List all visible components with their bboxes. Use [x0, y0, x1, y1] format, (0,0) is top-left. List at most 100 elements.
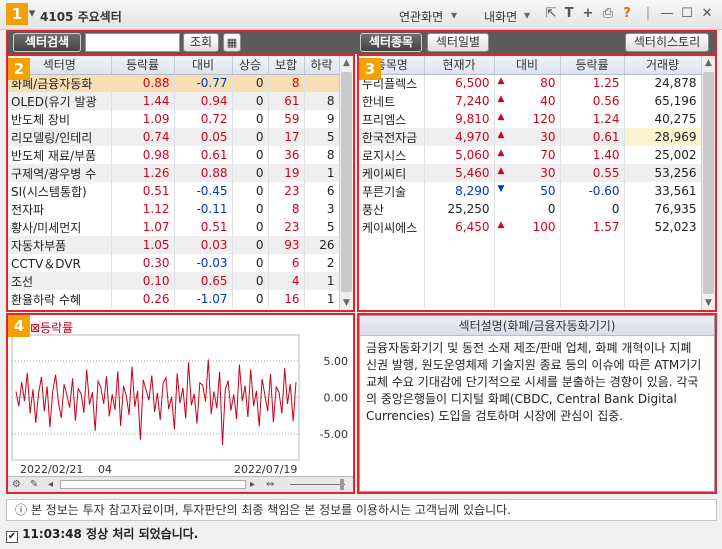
sector-flat-count: 8 — [268, 200, 305, 218]
stock-scrollbar[interactable]: ▲ ▼ — [701, 56, 715, 310]
print-icon[interactable]: ⎙ — [600, 6, 616, 22]
link-icon[interactable]: ⇱ — [543, 6, 559, 22]
stock-row[interactable]: 누리플렉스 6,500 ▲ 80 1.25 24,878 — [359, 74, 702, 92]
sector-rate: 1.05 — [111, 236, 175, 254]
sector-rate: 0.51 — [111, 182, 175, 200]
status-check-icon[interactable]: ✔ — [6, 531, 18, 543]
sector-down-count: 5 — [304, 128, 340, 146]
related-screens-menu[interactable]: 연관화면 — [399, 8, 443, 25]
sector-row[interactable]: 구제역/광우병 수 1.26 0.88 0 19 1 — [8, 164, 340, 182]
sector-row[interactable]: OLED(유기 발광 1.44 0.94 0 61 8 — [8, 92, 340, 110]
empty-cell — [494, 290, 561, 308]
text-icon[interactable]: T — [561, 6, 577, 22]
stock-volume: 53,256 — [624, 164, 702, 182]
sector-up-count: 0 — [232, 254, 269, 272]
sector-row[interactable]: CCTV＆DVR 0.30 -0.03 0 6 2 — [8, 254, 340, 272]
sector-row[interactable]: 전자파 1.12 -0.11 0 8 3 — [8, 200, 340, 218]
sector-diff: -0.03 — [174, 254, 233, 272]
status-bar: ✔ 11:03:48 정상 처리 되었습니다. — [6, 524, 717, 544]
col-up[interactable]: 상승 — [232, 56, 269, 75]
maximize-icon[interactable]: ☐ — [679, 6, 695, 22]
sector-diff: 0.05 — [174, 128, 233, 146]
my-screens-arrow-icon[interactable]: ▾ — [524, 8, 530, 22]
query-button[interactable]: 조회 — [183, 33, 219, 52]
scroll-thumb[interactable] — [341, 72, 352, 292]
stock-list-panel: 3 종목명 현재가 대비 등락률 거래량 누리플렉스 6,500 ▲ 80 1.25 24… — [357, 54, 717, 312]
col-stock-diff[interactable]: 대비 — [494, 56, 561, 75]
sector-stocks-button[interactable]: 섹터종목 — [360, 33, 422, 52]
stock-row[interactable]: 한국전자금 4,970 ▲ 30 0.61 28,969 — [359, 128, 702, 146]
region-badge-4: 4 — [8, 315, 30, 337]
sector-rate: 0.26 — [111, 290, 175, 308]
sector-diff: 0.61 — [174, 146, 233, 164]
sector-row[interactable]: 리모델링/인테리 0.74 0.05 0 17 5 — [8, 128, 340, 146]
sector-down-count: 1 — [304, 290, 340, 308]
stock-row[interactable]: 푸른기술 8,290 ▼ 50 -0.60 33,561 — [359, 182, 702, 200]
sector-history-button[interactable]: 섹터히스토리 — [625, 33, 709, 52]
chart-scroll-left-icon[interactable]: ◂ — [48, 477, 53, 492]
region-badge-3: 3 — [359, 58, 381, 80]
stock-name: 한네트 — [359, 92, 425, 110]
empty-row — [359, 290, 702, 308]
stock-diff-value: 100 — [532, 220, 556, 234]
col-down[interactable]: 하락 — [304, 56, 340, 75]
up-arrow-icon: ▲ — [497, 112, 505, 122]
sector-scrollbar[interactable]: ▲ ▼ — [339, 56, 353, 310]
col-rate[interactable]: 등락률 — [111, 56, 175, 75]
stock-row[interactable]: 한네트 7,240 ▲ 40 0.56 65,196 — [359, 92, 702, 110]
disclaimer: ⓘ 본 정보는 투자 참고자료이며, 투자판단의 최종 책임은 본 정보를 이용… — [6, 499, 717, 521]
col-volume[interactable]: 거래량 — [624, 56, 702, 75]
stock-rate: -0.60 — [560, 182, 625, 200]
stock-row[interactable]: 케이씨에스 6,450 ▲ 100 1.57 52,023 — [359, 218, 702, 236]
stock-row[interactable]: 케이씨티 5,460 ▲ 30 0.55 53,256 — [359, 164, 702, 182]
sector-search-button[interactable]: 섹터검색 — [13, 33, 81, 52]
empty-cell — [424, 254, 495, 272]
col-diff[interactable]: 대비 — [174, 56, 233, 75]
my-screens-menu[interactable]: 내화면 — [484, 8, 517, 25]
sector-daily-button[interactable]: 섹터일별 — [427, 33, 489, 52]
chart-icon[interactable]: ▦ — [223, 33, 241, 52]
empty-cell — [624, 290, 702, 308]
sector-search-input[interactable] — [85, 33, 180, 52]
sector-name: 구제역/광우병 수 — [8, 164, 112, 182]
stock-scroll-thumb[interactable] — [703, 72, 714, 294]
sector-row[interactable]: 반도체 장비 1.09 0.72 0 59 9 — [8, 110, 340, 128]
empty-cell — [359, 290, 425, 308]
scroll-down-icon[interactable]: ▼ — [340, 296, 353, 310]
related-screens-arrow-icon[interactable]: ▾ — [451, 8, 457, 22]
stock-price: 5,460 — [424, 164, 495, 182]
stock-price: 9,810 — [424, 110, 495, 128]
stock-row[interactable]: 풍산 25,250 0 0 76,935 — [359, 200, 702, 218]
minimize-icon[interactable]: — — [659, 6, 675, 22]
col-price[interactable]: 현재가 — [424, 56, 495, 75]
chart-zoom-slider[interactable] — [290, 484, 345, 485]
stock-volume: 40,275 — [624, 110, 702, 128]
sector-up-count: 0 — [232, 110, 269, 128]
stock-row[interactable]: 프리엠스 9,810 ▲ 120 1.24 40,275 — [359, 110, 702, 128]
scroll-up-icon[interactable]: ▲ — [340, 56, 353, 70]
sector-row[interactable]: SI(시스템통합) 0.51 -0.45 0 23 6 — [8, 182, 340, 200]
chart-settings-icon[interactable]: ⚙ — [12, 477, 21, 492]
stock-scroll-up-icon[interactable]: ▲ — [702, 56, 715, 70]
col-stock-rate[interactable]: 등락률 — [560, 56, 625, 75]
chart-tool-icon[interactable]: ✎ — [30, 477, 38, 492]
stock-row[interactable]: 로지시스 5,060 ▲ 70 1.40 25,002 — [359, 146, 702, 164]
stock-name: 케이씨티 — [359, 164, 425, 182]
close-icon[interactable]: ✕ — [699, 6, 715, 22]
chart-zoom-thumb[interactable] — [340, 479, 344, 490]
sector-row[interactable]: 조선 0.10 0.65 0 4 1 — [8, 272, 340, 290]
stock-scroll-down-icon[interactable]: ▼ — [702, 296, 715, 310]
col-flat[interactable]: 보합 — [268, 56, 305, 75]
chart-scroll-right-icon[interactable]: ▸ — [250, 477, 255, 492]
sector-row[interactable]: 환율하락 수혜 0.26 -1.07 0 16 1 — [8, 290, 340, 308]
sector-row[interactable]: 황사/미세먼지 1.07 0.51 0 23 5 — [8, 218, 340, 236]
plus-icon[interactable]: + — [580, 6, 596, 22]
sector-row[interactable]: 반도체 재료/부품 0.98 0.61 0 36 8 — [8, 146, 340, 164]
chart-zoom-icon[interactable]: ⇔ — [266, 477, 274, 492]
stock-name: 한국전자금 — [359, 128, 425, 146]
chart-hscroll[interactable] — [60, 480, 246, 489]
sector-flat-count: 4 — [268, 272, 305, 290]
help-icon[interactable]: ? — [619, 6, 635, 22]
sector-row[interactable]: 화폐/금융자동화 0.88 -0.77 0 8 — [8, 74, 340, 92]
sector-row[interactable]: 자동차부품 1.05 0.03 0 93 26 — [8, 236, 340, 254]
